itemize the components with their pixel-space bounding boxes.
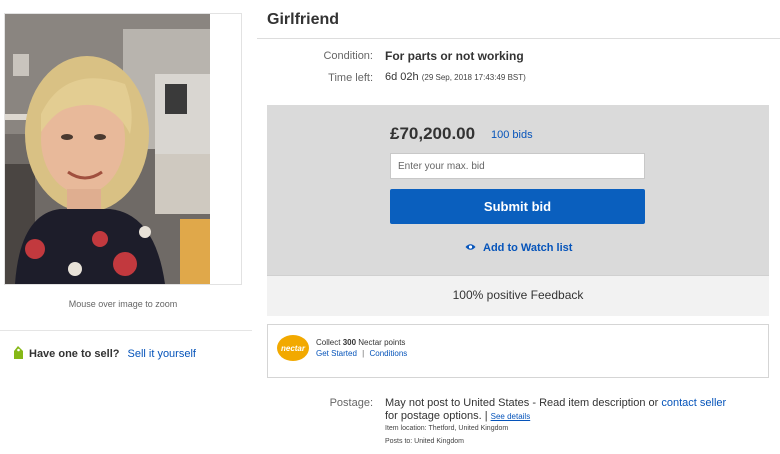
nectar-collect-text: Collect 300 Nectar points <box>316 338 405 347</box>
see-details-link[interactable]: See details <box>491 412 531 421</box>
eye-icon <box>465 242 476 254</box>
nectar-points: 300 <box>342 338 357 347</box>
nectar-conditions-link[interactable]: Conditions <box>369 349 407 358</box>
time-left-label: Time left: <box>328 72 373 84</box>
submit-bid-button[interactable]: Submit bid <box>390 189 645 224</box>
end-time: (29 Sep, 2018 17:43:49 BST) <box>421 73 526 82</box>
condition-label: Condition: <box>323 50 373 62</box>
add-to-watch-list-link[interactable]: Add to Watch list <box>465 242 572 254</box>
postage-label: Postage: <box>329 397 373 409</box>
item-location: Item location: Thetford, United Kingdom <box>385 425 509 432</box>
posts-to: Posts to: United Kingdom <box>385 438 464 445</box>
divider <box>0 330 252 331</box>
sell-question: Have one to sell? <box>29 348 120 360</box>
listing-title: Girlfriend <box>267 11 340 28</box>
separator: | <box>484 410 488 422</box>
separator: | <box>362 349 365 358</box>
zoom-hint: Mouse over image to zoom <box>68 299 178 309</box>
divider <box>257 38 780 39</box>
postage-info: May not post to United States - Read ite… <box>385 397 770 423</box>
time-remaining: 6d 02h <box>385 71 419 83</box>
max-bid-input[interactable] <box>390 153 645 179</box>
watch-list-label: Add to Watch list <box>483 242 573 254</box>
nectar-collect-prefix: Collect <box>316 338 341 347</box>
seller-feedback: 100% positive Feedback <box>452 288 584 302</box>
item-photo[interactable] <box>5 14 210 284</box>
item-photo-illustration <box>5 14 210 284</box>
sell-it-yourself-link[interactable]: Sell it yourself <box>127 348 195 360</box>
tag-icon <box>12 345 25 363</box>
postage-text: May not post to United States - Read ite… <box>385 397 659 409</box>
nectar-collect-suffix: Nectar points <box>358 338 406 347</box>
sell-prompt: Have one to sell? Sell it yourself <box>12 345 196 363</box>
nectar-links: Get Started | Conditions <box>316 349 407 358</box>
nectar-logo: nectar <box>277 335 309 361</box>
bid-count-link[interactable]: 100 bids <box>491 129 533 141</box>
time-left-value: 6d 02h (29 Sep, 2018 17:43:49 BST) <box>385 71 526 83</box>
current-price: £70,200.00 <box>390 124 476 143</box>
condition-value: For parts or not working <box>385 49 524 63</box>
nectar-get-started-link[interactable]: Get Started <box>316 349 357 358</box>
postage-text-2: for postage options. <box>385 410 482 422</box>
contact-seller-link[interactable]: contact seller <box>661 397 726 409</box>
